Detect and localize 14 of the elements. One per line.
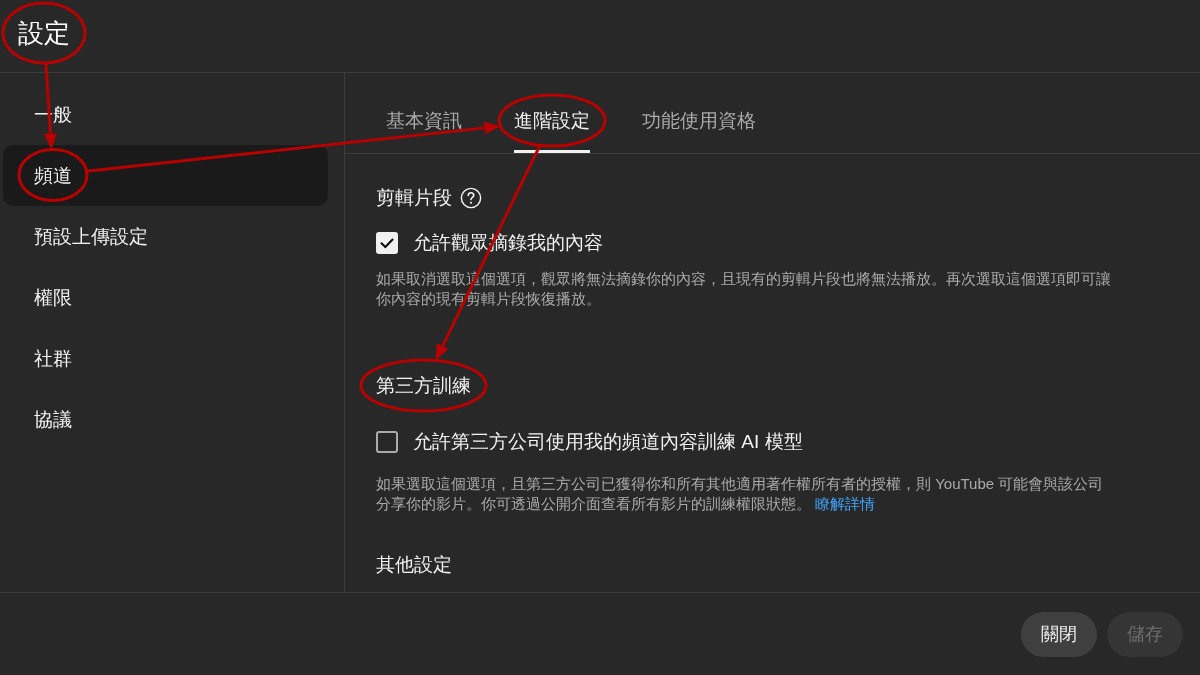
section-title: 其他設定 — [376, 553, 452, 577]
tab[interactable]: 功能使用資格 — [642, 109, 756, 153]
footer-button[interactable]: 關閉 — [1021, 611, 1097, 657]
tab[interactable]: 基本資訊 — [386, 109, 462, 153]
section-title: 剪輯片段 — [376, 186, 452, 210]
tab[interactable]: 進階設定 — [514, 109, 590, 153]
dialog-title: 設定 — [18, 18, 70, 48]
description-text: 如果選取這個選項，且第三方公司已獲得你和所有其他適用著作權所有者的授權，則 YouTube 可能會與該公司分享你的影片。你可透過公開介面查看所有影片的訓練權限狀態。 瞭解詳情 — [376, 474, 1105, 514]
checkbox[interactable] — [376, 431, 398, 453]
help-icon[interactable] — [460, 187, 482, 209]
checkbox-label: 允許第三方公司使用我的頻道內容訓練 AI 模型 — [413, 430, 803, 454]
section-title: 第三方訓練 — [376, 374, 471, 398]
sidebar-item[interactable]: 頻道 — [3, 145, 328, 206]
learn-more-link[interactable]: 瞭解詳情 — [815, 495, 876, 512]
